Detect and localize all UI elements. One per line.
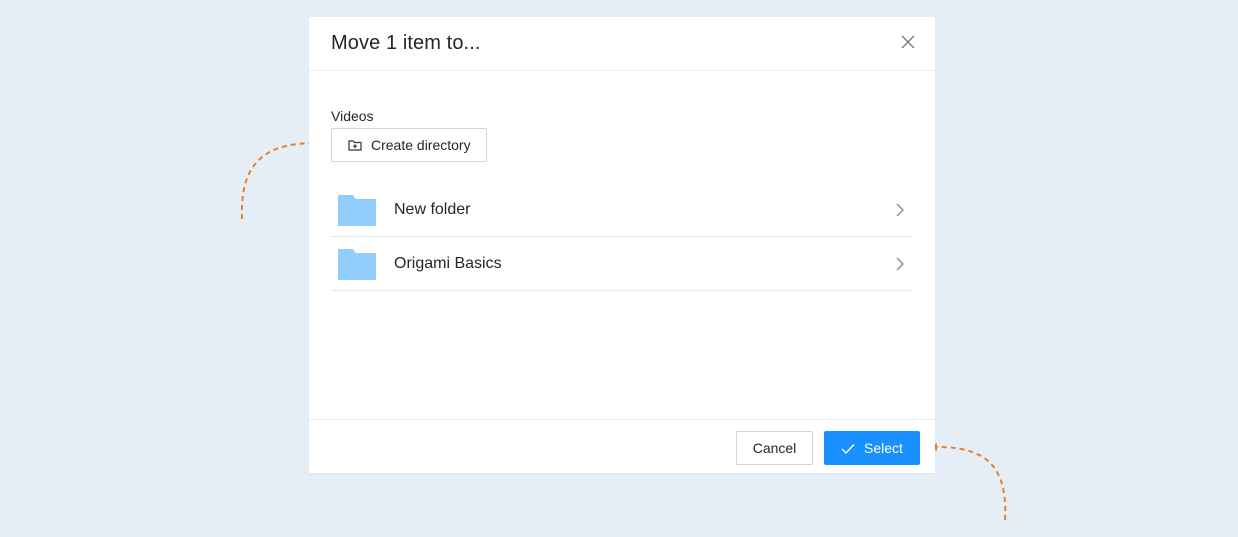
move-dialog: Move 1 item to... Videos Create director…	[309, 17, 935, 473]
create-directory-button[interactable]: Create directory	[331, 128, 487, 162]
list-item-new-folder[interactable]: New folder	[331, 183, 912, 237]
cancel-button[interactable]: Cancel	[736, 431, 813, 465]
check-icon	[841, 442, 855, 455]
dialog-title: Move 1 item to...	[331, 32, 481, 54]
folder-name: Origami Basics	[394, 254, 502, 272]
breadcrumb[interactable]: Videos	[331, 106, 912, 126]
dialog-footer: Cancel Select	[309, 419, 935, 473]
dialog-header: Move 1 item to...	[309, 17, 935, 71]
folder-plus-icon	[348, 138, 362, 152]
page: Move 1 item to... Videos Create director…	[0, 0, 1238, 537]
folder-icon	[338, 248, 376, 280]
list-item-origami-basics[interactable]: Origami Basics	[331, 237, 912, 291]
select-label: Select	[864, 440, 903, 456]
folder-list: New folder Origami Basics	[331, 183, 912, 291]
annotation-arrow-create-directory	[240, 142, 317, 220]
folder-icon	[338, 194, 376, 226]
chevron-right-icon[interactable]	[896, 203, 904, 217]
dialog-body: Videos Create directory New folder Origa…	[331, 106, 912, 291]
folder-name: New folder	[394, 200, 471, 218]
chevron-right-icon[interactable]	[896, 257, 904, 271]
annotation-arrow-select	[936, 446, 1007, 521]
select-button[interactable]: Select	[824, 431, 920, 465]
create-directory-label: Create directory	[371, 137, 471, 153]
close-icon[interactable]	[900, 34, 916, 50]
